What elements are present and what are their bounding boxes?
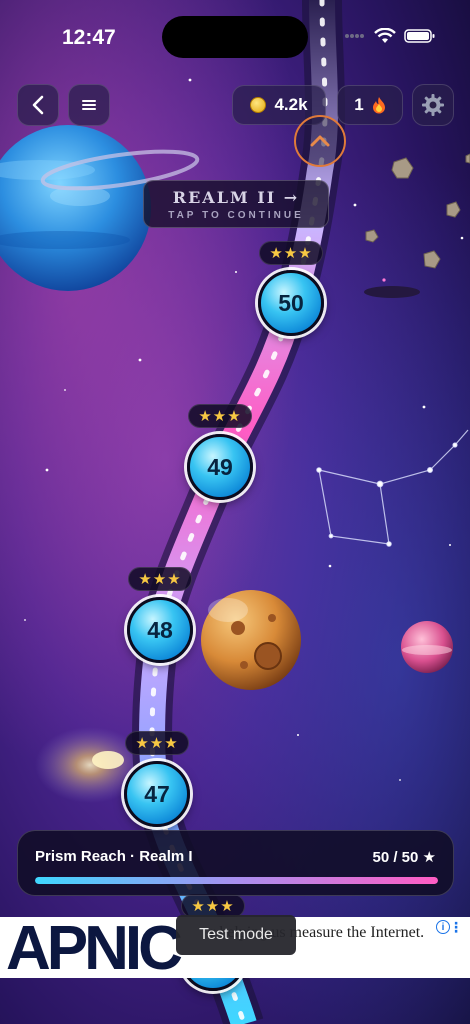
- level-49-stars: ★★★: [188, 404, 252, 428]
- realm-progress-fill: [35, 877, 438, 884]
- realm-progress-track: [35, 877, 438, 884]
- wifi-icon: [374, 28, 396, 43]
- orange-planet: [201, 590, 301, 690]
- coins-value: 4.2k: [274, 95, 308, 114]
- dynamic-island: [162, 16, 308, 58]
- status-icons: [344, 28, 436, 44]
- level-50-stars: ★★★: [259, 241, 323, 265]
- realm-title: REALM II →: [172, 188, 300, 207]
- realm-progress-title: Prism Reach · Realm I: [35, 848, 193, 865]
- flame-icon: [372, 97, 385, 114]
- chevron-left-icon: [32, 95, 44, 115]
- settings-button[interactable]: [412, 84, 454, 126]
- ad-logo[interactable]: APNIC: [6, 918, 183, 979]
- level-47-stars: ★★★: [125, 731, 189, 755]
- level-49-node[interactable]: 49: [187, 434, 253, 500]
- pink-planet: [401, 621, 453, 673]
- back-button[interactable]: [17, 84, 59, 126]
- level-50-node[interactable]: 50: [258, 270, 324, 336]
- realm-subtitle: TAP TO CONTINUE: [168, 210, 304, 221]
- scroll-up-button[interactable]: [294, 115, 346, 167]
- menu-button[interactable]: [68, 84, 110, 126]
- streak-value: 1: [354, 95, 364, 114]
- streak-counter[interactable]: 1: [337, 85, 403, 125]
- level-48-stars: ★★★: [128, 567, 192, 591]
- realm-progress-panel: Prism Reach · Realm I 50 / 50 ★: [17, 830, 454, 896]
- gear-icon: [422, 94, 444, 116]
- status-time: 12:47: [62, 26, 116, 49]
- realm-progress-count: 50 / 50 ★: [372, 849, 437, 866]
- ad-info-icon[interactable]: i: [436, 920, 450, 934]
- hamburger-icon: [82, 100, 96, 110]
- chevron-up-icon: [310, 135, 330, 147]
- ad-more-icon[interactable]: ⋮: [449, 919, 463, 936]
- level-47-node[interactable]: 47: [124, 761, 190, 827]
- test-mode-toast: Test mode: [176, 915, 296, 955]
- cellular-dots-icon: [345, 34, 364, 38]
- battery-icon: [404, 29, 435, 43]
- level-48-node[interactable]: 48: [127, 597, 193, 663]
- coin-icon: [250, 97, 267, 113]
- status-bar: 12:47: [0, 0, 470, 76]
- next-realm-banner[interactable]: REALM II → TAP TO CONTINUE: [143, 180, 329, 228]
- ufo-silhouette: [364, 286, 420, 298]
